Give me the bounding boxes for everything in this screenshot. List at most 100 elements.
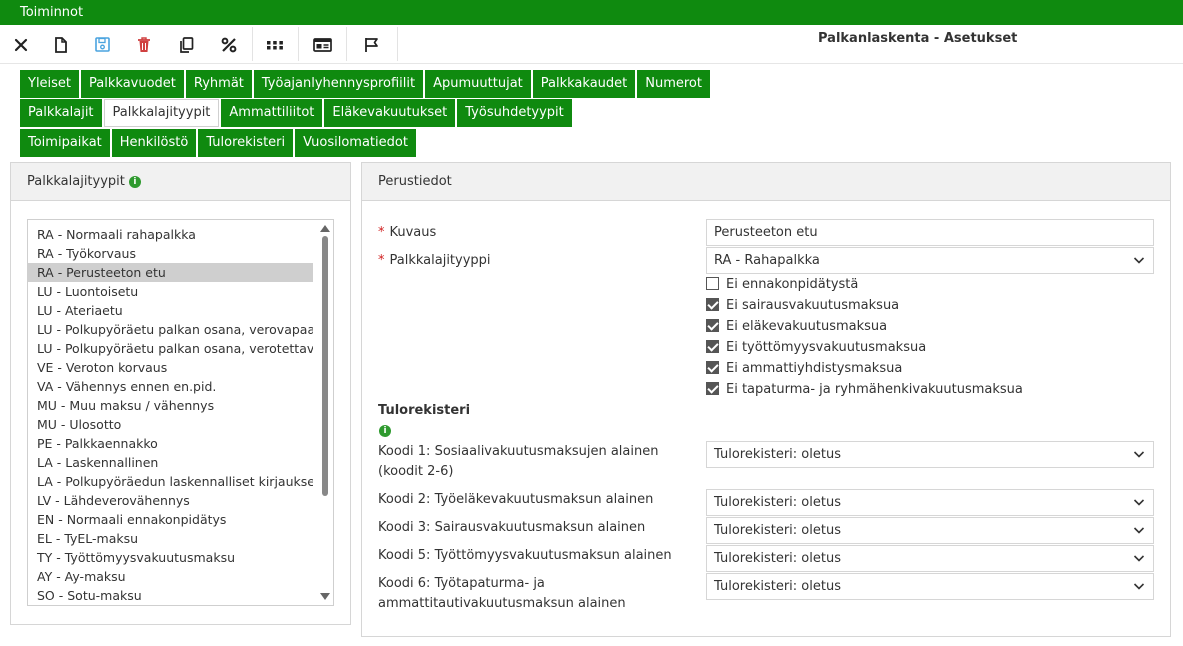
info-icon[interactable]: i xyxy=(128,175,141,188)
list-item[interactable]: RA - Työkorvaus xyxy=(28,244,313,263)
list-item[interactable]: VE - Veroton korvaus xyxy=(28,358,313,377)
flag-button[interactable] xyxy=(358,25,384,64)
tab-numerot[interactable]: Numerot xyxy=(637,70,710,98)
checkbox[interactable] xyxy=(706,361,719,374)
tab-ammattiliitot[interactable]: Ammattiliitot xyxy=(221,99,323,127)
list-item[interactable]: TY - Työttömyysvakuutusmaksu xyxy=(28,548,313,567)
checkbox-row: Ei eläkevakuutusmaksua xyxy=(706,317,887,337)
list-item[interactable]: VA - Vähennys ennen en.pid. xyxy=(28,377,313,396)
required-marker: * xyxy=(378,253,385,268)
code-select[interactable]: Tulorekisteri: oletus xyxy=(706,573,1154,600)
kuvaus-label: * Kuvaus xyxy=(378,223,436,243)
top-bar-title: Toiminnot xyxy=(20,5,84,20)
code-select-value: Tulorekisteri: oletus xyxy=(714,551,841,566)
scroll-up-arrow-icon[interactable] xyxy=(320,225,330,232)
checkbox-row: Ei työttömyysvakuutusmaksua xyxy=(706,338,926,358)
list-item[interactable]: LU - Polkupyöräetu palkan osana, verovap… xyxy=(28,320,313,339)
tab-tulorekisteri[interactable]: Tulorekisteri xyxy=(198,129,294,157)
checkbox-label: Ei eläkevakuutusmaksua xyxy=(726,319,888,334)
list-item[interactable]: EL - TyEL-maksu xyxy=(28,529,313,548)
palkkalajityyppi-select[interactable]: RA - Rahapalkka xyxy=(706,247,1154,274)
checkbox-row: Ei sairausvakuutusmaksua xyxy=(706,296,899,316)
tabs-row-3: Toimipaikat Henkilöstö Tulorekisteri Vuo… xyxy=(20,129,418,157)
checkbox-label: Ei sairausvakuutusmaksua xyxy=(726,298,900,313)
list-items: RA - Normaali rahapalkka RA - Työkorvaus R… xyxy=(28,220,333,605)
checkbox[interactable] xyxy=(706,277,719,290)
list-item[interactable]: LV - Lähdeverovähennys xyxy=(28,491,313,510)
list-item[interactable]: SO - Sotu-maksu xyxy=(28,586,313,605)
code-select[interactable]: Tulorekisteri: oletus xyxy=(706,517,1154,544)
copy-button[interactable] xyxy=(173,25,199,64)
save-icon xyxy=(94,37,110,52)
code-select[interactable]: Tulorekisteri: oletus xyxy=(706,545,1154,572)
tab-tyoajanlyhennysprofiilit[interactable]: Työajanlyhennysprofiilit xyxy=(253,70,424,98)
id-card-button[interactable] xyxy=(309,25,335,64)
list-item[interactable]: MU - Muu maksu / vähennys xyxy=(28,396,313,415)
toolbar-divider xyxy=(298,27,299,61)
grid-button[interactable] xyxy=(262,25,288,64)
palkkalajityyppi-label-text: Palkkalajityyppi xyxy=(389,253,491,268)
tab-palkkavuodet[interactable]: Palkkavuodet xyxy=(81,70,184,98)
toolbar: Palkanlaskenta - Asetukset xyxy=(0,25,1183,64)
code-select[interactable]: Tulorekisteri: oletus xyxy=(706,489,1154,516)
scroll-thumb[interactable] xyxy=(322,236,328,496)
list-item[interactable]: LA - Laskennallinen xyxy=(28,453,313,472)
tab-vuosilomatiedot[interactable]: Vuosilomatiedot xyxy=(295,129,416,157)
kuvaus-label-text: Kuvaus xyxy=(389,225,437,240)
tab-toimipaikat[interactable]: Toimipaikat xyxy=(20,129,110,157)
code-select-value: Tulorekisteri: oletus xyxy=(714,495,841,510)
left-panel-header: Palkkalajityypit i xyxy=(11,163,350,201)
palkkalajityyppi-value: RA - Rahapalkka xyxy=(714,253,820,268)
list-item[interactable]: LA - Polkupyöräedun laskennalliset kirja… xyxy=(28,472,313,491)
list-item[interactable]: EN - Normaali ennakonpidätys xyxy=(28,510,313,529)
tab-yleiset[interactable]: Yleiset xyxy=(20,70,80,98)
chevron-down-icon xyxy=(1133,451,1145,458)
percent-icon xyxy=(221,37,237,52)
tab-elakevakuutukset[interactable]: Eläkevakuutukset xyxy=(324,99,456,127)
close-button[interactable] xyxy=(8,25,34,64)
list-item[interactable]: RA - Perusteeton etu xyxy=(28,263,313,282)
list-item[interactable]: PE - Palkkaennakko xyxy=(28,434,313,453)
code-select[interactable]: Tulorekisteri: oletus xyxy=(706,441,1154,468)
tab-henkilosto[interactable]: Henkilöstö xyxy=(111,129,197,157)
tab-palkkalajit[interactable]: Palkkalajit xyxy=(20,99,102,127)
code-label: Koodi 2: Työeläkevakuutusmaksun alainen xyxy=(378,492,654,507)
kuvaus-input[interactable]: Perusteeton etu xyxy=(706,219,1154,246)
tab-palkkakaudet[interactable]: Palkkakaudet xyxy=(532,70,636,98)
scrollbar[interactable] xyxy=(317,220,333,605)
list-item[interactable]: RA - Normaali rahapalkka xyxy=(28,225,313,244)
delete-button[interactable] xyxy=(131,25,157,64)
checkbox[interactable] xyxy=(706,319,719,332)
palkkalajityyppi-label: * Palkkalajityyppi xyxy=(378,251,491,271)
checkbox-row: Ei ennakonpidätystä xyxy=(706,275,858,295)
code-label: Koodi 1: Sosiaalivakuutusmaksujen alaine… xyxy=(378,444,659,479)
tab-tyosuhdetyypit[interactable]: Työsuhdetyypit xyxy=(457,99,572,127)
chevron-down-icon xyxy=(1133,527,1145,534)
checkbox[interactable] xyxy=(706,382,719,395)
scroll-down-arrow-icon[interactable] xyxy=(320,593,330,600)
list-item[interactable]: LU - Luontoisetu xyxy=(28,282,313,301)
required-marker: * xyxy=(378,225,385,240)
chevron-down-icon xyxy=(1133,499,1145,506)
checkbox-label: Ei tapaturma- ja ryhmähenkivakuutusmaksu… xyxy=(726,382,1023,397)
list-item[interactable]: LU - Polkupyöräetu palkan osana, verotet… xyxy=(28,339,313,358)
type-listbox[interactable]: RA - Normaali rahapalkka RA - Työkorvaus R… xyxy=(27,219,334,606)
percent-button[interactable] xyxy=(216,25,242,64)
save-button[interactable] xyxy=(89,25,115,64)
code-label: Koodi 3: Sairausvakuutusmaksun alainen xyxy=(378,520,646,535)
list-item[interactable]: MU - Ulosotto xyxy=(28,415,313,434)
checkbox-label: Ei ennakonpidätystä xyxy=(726,277,859,292)
tab-ryhmat[interactable]: Ryhmät xyxy=(185,70,252,98)
checkbox[interactable] xyxy=(706,340,719,353)
checkbox-label: Ei ammattiyhdistysmaksua xyxy=(726,361,903,376)
tab-apumuuttujat[interactable]: Apumuuttujat xyxy=(425,70,531,98)
code-select-value: Tulorekisteri: oletus xyxy=(714,523,841,538)
tab-palkkalajityypit[interactable]: Palkkalajityypit xyxy=(103,99,220,127)
info-icon[interactable]: i xyxy=(379,425,391,437)
list-item[interactable]: AY - Ay-maksu xyxy=(28,567,313,586)
left-panel-title: Palkkalajityypit xyxy=(27,174,125,189)
checkbox[interactable] xyxy=(706,298,719,311)
page-title: Palkanlaskenta - Asetukset xyxy=(818,31,1018,46)
list-item[interactable]: LU - Ateriaetu xyxy=(28,301,313,320)
new-document-button[interactable] xyxy=(48,25,74,64)
